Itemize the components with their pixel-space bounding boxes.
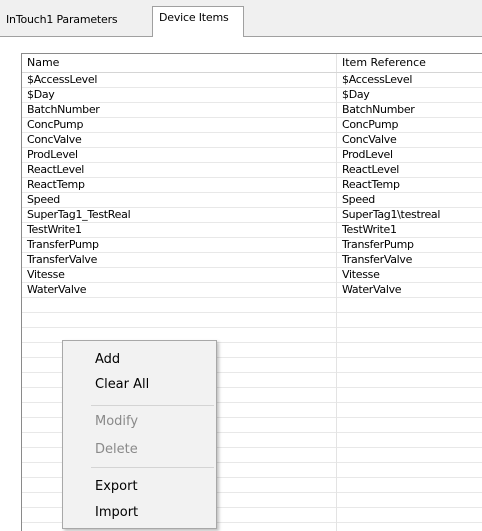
list-item[interactable]: Vitesse Vitesse <box>22 268 482 283</box>
item-name: Vitesse <box>27 268 65 281</box>
item-name: ReactLevel <box>27 163 85 176</box>
item-reference: SuperTag1\testreal <box>342 208 441 221</box>
item-reference: TransferPump <box>342 238 414 251</box>
item-reference: $AccessLevel <box>342 73 413 86</box>
item-name: TestWrite1 <box>27 223 82 236</box>
item-reference: ReactLevel <box>342 163 400 176</box>
list-item[interactable]: $Day $Day <box>22 88 482 103</box>
item-reference: Speed <box>342 193 375 206</box>
item-name: ConcPump <box>27 118 84 131</box>
item-name: $AccessLevel <box>27 73 98 86</box>
item-reference: TransferValve <box>342 253 413 266</box>
device-items-dialog: InTouch1 Parameters Device Items Name It… <box>0 0 482 531</box>
item-reference: ConcValve <box>342 133 397 146</box>
menu-item-add[interactable]: Add <box>95 352 120 367</box>
item-name: WaterValve <box>27 283 87 296</box>
item-name: Speed <box>27 193 60 206</box>
tab-intouch1-parameters[interactable]: InTouch1 Parameters <box>0 10 123 32</box>
context-menu: Add Clear All Modify Delete Export Impor… <box>62 340 217 529</box>
list-header: Name Item Reference <box>22 54 482 73</box>
menu-item-modify[interactable]: Modify <box>95 414 138 429</box>
item-name: TransferPump <box>27 238 99 251</box>
item-reference: $Day <box>342 88 370 101</box>
list-rows: $AccessLevel $AccessLevel $Day $Day Batc… <box>22 73 482 298</box>
list-item[interactable]: BatchNumber BatchNumber <box>22 103 482 118</box>
item-reference: TestWrite1 <box>342 223 397 236</box>
tab-label: Device Items <box>159 11 229 24</box>
item-name: ProdLevel <box>27 148 78 161</box>
item-name: TransferValve <box>27 253 98 266</box>
list-item[interactable]: ProdLevel ProdLevel <box>22 148 482 163</box>
menu-separator <box>91 405 214 406</box>
list-item[interactable]: $AccessLevel $AccessLevel <box>22 73 482 88</box>
list-item[interactable]: TransferValve TransferValve <box>22 253 482 268</box>
list-item[interactable]: TestWrite1 TestWrite1 <box>22 223 482 238</box>
item-name: ReactTemp <box>27 178 85 191</box>
item-reference: ReactTemp <box>342 178 400 191</box>
item-reference: Vitesse <box>342 268 380 281</box>
menu-separator <box>91 467 214 468</box>
menu-item-import[interactable]: Import <box>95 505 138 520</box>
item-reference: BatchNumber <box>342 103 415 116</box>
menu-item-delete[interactable]: Delete <box>95 442 138 457</box>
column-header-item-reference[interactable]: Item Reference <box>337 54 482 72</box>
list-item[interactable]: Speed Speed <box>22 193 482 208</box>
item-name: ConcValve <box>27 133 82 146</box>
list-item[interactable]: SuperTag1_TestReal SuperTag1\testreal <box>22 208 482 223</box>
item-reference: WaterValve <box>342 283 402 296</box>
list-item[interactable]: TransferPump TransferPump <box>22 238 482 253</box>
item-reference: ProdLevel <box>342 148 393 161</box>
item-name: $Day <box>27 88 55 101</box>
list-item[interactable]: ReactLevel ReactLevel <box>22 163 482 178</box>
tab-strip: InTouch1 Parameters Device Items <box>0 0 482 38</box>
column-header-name[interactable]: Name <box>22 54 337 72</box>
item-reference: ConcPump <box>342 118 399 131</box>
tab-label: InTouch1 Parameters <box>6 13 118 26</box>
item-name: BatchNumber <box>27 103 100 116</box>
list-item[interactable]: ConcValve ConcValve <box>22 133 482 148</box>
item-name: SuperTag1_TestReal <box>27 208 131 221</box>
menu-item-clear-all[interactable]: Clear All <box>95 377 149 392</box>
list-item[interactable]: WaterValve WaterValve <box>22 283 482 298</box>
list-item[interactable]: ConcPump ConcPump <box>22 118 482 133</box>
menu-item-export[interactable]: Export <box>95 479 138 494</box>
list-item[interactable]: ReactTemp ReactTemp <box>22 178 482 193</box>
tab-device-items[interactable]: Device Items <box>152 6 244 37</box>
